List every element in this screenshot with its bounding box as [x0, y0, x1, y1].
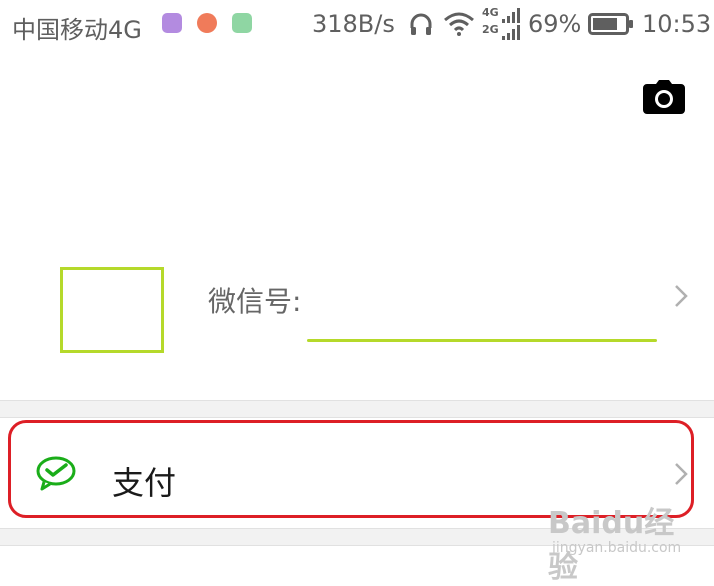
- chevron-right-icon: [675, 285, 688, 307]
- wifi-icon: [444, 12, 474, 36]
- baidu-watermark: Baidu经验 jingyan.baidu.com: [548, 498, 698, 585]
- wechat-id-annotation-underline: [307, 339, 657, 342]
- network-speed: 318B/s: [312, 10, 395, 38]
- battery-percent: 69%: [528, 10, 582, 38]
- wechat-id-label: 微信号:: [208, 285, 302, 318]
- profile-row[interactable]: 微信号:: [0, 230, 714, 400]
- clock: 10:53: [642, 10, 712, 38]
- avatar[interactable]: [60, 267, 164, 353]
- chevron-right-icon: [675, 463, 688, 485]
- status-bar: 中国移动4G 318B/s 4G 2G 69% 10:53: [0, 0, 714, 50]
- camera-icon[interactable]: [643, 80, 685, 114]
- signal-bars-icon: [502, 8, 520, 40]
- maps-app-icon: [197, 13, 217, 33]
- dual-signal: 4G 2G: [482, 6, 524, 42]
- carrier-label: 中国移动4G: [12, 16, 142, 44]
- apps-grid-icon: [232, 13, 252, 33]
- headphone-icon: [410, 13, 432, 35]
- battery-icon: [588, 13, 633, 35]
- pay-label: 支付: [112, 464, 177, 502]
- gallery-app-icon: [162, 13, 182, 33]
- wechat-pay-icon: [36, 456, 76, 491]
- section-divider: [0, 400, 714, 418]
- watermark-url: jingyan.baidu.com: [552, 540, 682, 556]
